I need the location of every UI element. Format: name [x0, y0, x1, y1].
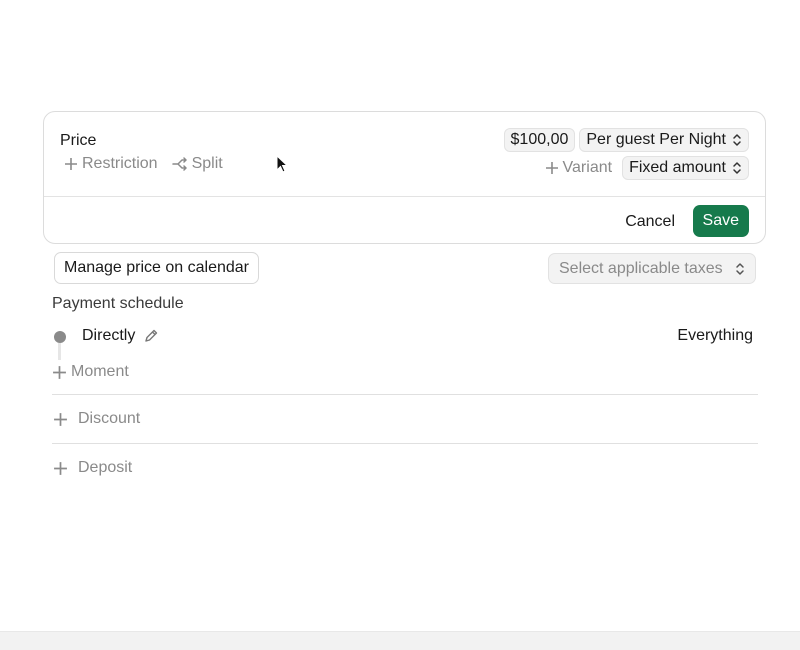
add-moment-label: Moment [71, 363, 129, 380]
add-variant-button[interactable]: Variant [545, 159, 613, 177]
add-discount-label: Discount [78, 410, 141, 427]
price-amount-input[interactable]: $100,00 [503, 128, 576, 152]
add-deposit-button[interactable]: Deposit [53, 459, 132, 477]
plus-icon [65, 158, 77, 170]
split-icon [171, 157, 187, 171]
mouse-cursor-icon [276, 154, 289, 178]
chevron-up-down-icon [733, 162, 741, 174]
price-label: Price [60, 132, 97, 149]
plus-icon [53, 365, 66, 379]
add-discount-button[interactable]: Discount [53, 410, 140, 428]
split-label: Split [191, 155, 223, 172]
timeline-line [58, 343, 61, 360]
chevron-up-down-icon [733, 134, 741, 146]
price-card-footer: Cancel Save [44, 197, 765, 245]
price-unit-value: Per guest Per Night [586, 131, 726, 148]
save-button[interactable]: Save [692, 205, 749, 237]
payment-schedule-title: Payment schedule [52, 295, 184, 312]
add-variant-label: Variant [562, 159, 613, 176]
add-deposit-label: Deposit [78, 459, 133, 476]
add-moment-button[interactable]: Moment [52, 363, 129, 381]
tax-select[interactable]: Select applicable taxes [548, 253, 756, 284]
timeline-dot [54, 331, 66, 343]
section-divider [52, 443, 758, 444]
section-divider [52, 394, 758, 395]
cancel-button[interactable]: Cancel [625, 213, 675, 231]
bottom-bar [0, 631, 800, 650]
amount-type-select[interactable]: Fixed amount [622, 156, 749, 180]
split-button[interactable]: Split [171, 155, 223, 173]
payment-moment-name: Directly [82, 327, 136, 344]
price-amount-row: $100,00 Per guest Per Night [503, 128, 749, 152]
add-restriction-label: Restriction [82, 155, 158, 172]
payment-moment-value: Everything [677, 327, 753, 344]
add-restriction-button[interactable]: Restriction [64, 155, 158, 173]
plus-icon [54, 412, 67, 426]
manage-price-calendar-button[interactable]: Manage price on calendar [54, 252, 260, 284]
price-left-actions: Restriction Split [64, 155, 223, 173]
pencil-icon[interactable] [143, 328, 159, 349]
price-unit-select[interactable]: Per guest Per Night [579, 128, 749, 152]
amount-type-value: Fixed amount [629, 159, 726, 176]
plus-icon [545, 162, 558, 174]
plus-icon [54, 461, 67, 475]
chevron-up-down-icon [736, 262, 744, 275]
price-card-header: Price Restriction Split $100,00 Per gues… [44, 112, 765, 196]
price-card: Price Restriction Split $100,00 Per gues… [43, 111, 766, 244]
price-variant-row: Variant Fixed amount [545, 156, 749, 180]
tax-select-placeholder: Select applicable taxes [559, 259, 723, 277]
